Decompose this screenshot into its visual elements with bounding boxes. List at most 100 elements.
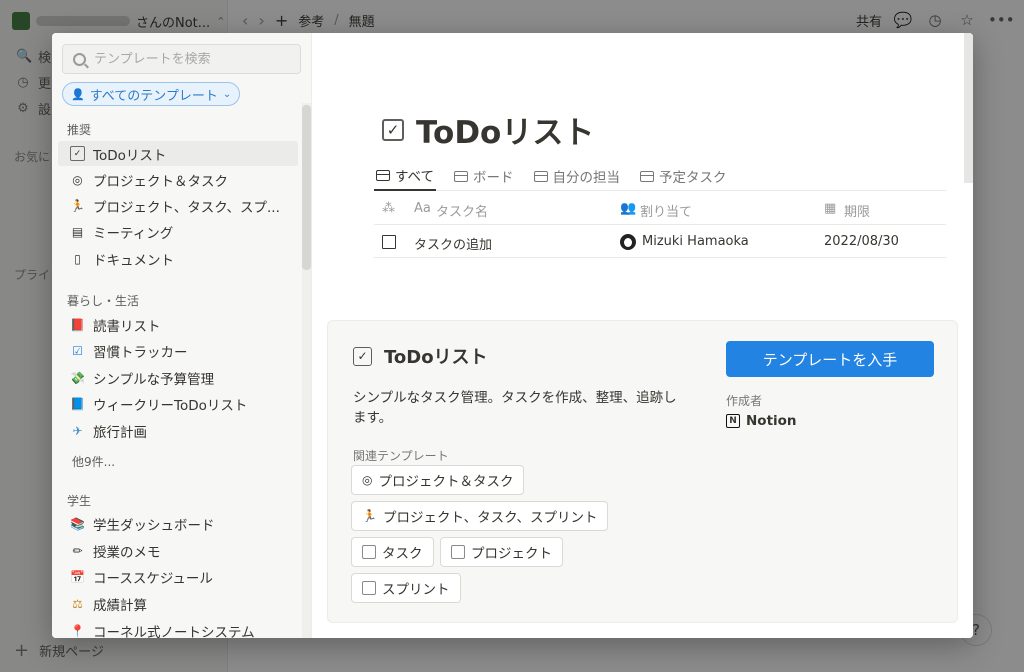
tab-my-assignments[interactable]: 自分の担当	[532, 161, 623, 191]
related-chip-project-task-sprint[interactable]: 🏃 プロジェクト、タスク、スプリント	[351, 501, 609, 531]
avatar	[620, 234, 636, 250]
money-icon: 💸	[70, 370, 85, 385]
template-item-label: 旅行計画	[93, 424, 147, 441]
template-item-label: 読書リスト	[93, 318, 161, 335]
chip-label: プロジェクト	[471, 546, 552, 562]
checkbox-icon	[362, 545, 376, 559]
related-templates-label: 関連テンプレート	[353, 449, 449, 463]
target-icon: ◎	[362, 473, 373, 487]
tab-label: 予定タスク	[659, 170, 727, 186]
template-item-student-dashboard[interactable]: 📚 学生ダッシュボード	[58, 511, 298, 536]
template-item-label: プロジェクト、タスク、スプ...	[93, 199, 280, 216]
related-chip-project-task[interactable]: ◎ プロジェクト＆タスク	[351, 465, 525, 495]
view-tabs: すべて ボード 自分の担当 予定タスク	[374, 161, 946, 191]
chevron-down-icon: ⌄	[222, 88, 232, 100]
due-date: 2022/08/30	[824, 234, 899, 249]
template-item-label: 成績計算	[93, 597, 147, 614]
column-due: 期限	[844, 205, 871, 220]
info-title-text: ToDoリスト	[384, 347, 488, 368]
template-item-label: 習慣トラッカー	[93, 344, 188, 361]
table-icon	[376, 169, 390, 181]
template-item-project-task-sprint[interactable]: 🏃 プロジェクト、タスク、スプ...	[58, 193, 298, 218]
chip-label: スプリント	[382, 582, 450, 598]
template-item-label: ドキュメント	[93, 252, 174, 269]
notion-logo-icon: N	[726, 414, 740, 428]
blue-book-icon: 📘	[70, 396, 85, 411]
tab-scheduled[interactable]: 予定タスク	[638, 161, 729, 191]
template-item-label: ToDoリスト	[93, 147, 167, 164]
related-chip-sprint[interactable]: スプリント	[351, 573, 461, 603]
tab-label: すべて	[395, 169, 435, 185]
tab-board[interactable]: ボード	[452, 161, 516, 191]
scales-icon: ⚖	[72, 596, 83, 611]
filter-label: すべてのテンプレート	[89, 88, 218, 104]
template-filter-dropdown[interactable]: 👤 すべてのテンプレート ⌄	[62, 82, 241, 106]
notes-icon: ▤	[71, 224, 84, 239]
blue-check-icon: ☑	[72, 343, 83, 358]
template-description: シンプルなタスク管理。タスクを作成、整理、追跡します。	[353, 390, 677, 426]
tab-label: ボード	[473, 170, 514, 186]
checkbox-icon	[362, 581, 376, 595]
preview-fade	[312, 273, 973, 315]
template-list-panel: 👤 すべてのテンプレート ⌄ 推奨 ✓ ToDoリスト ◎ プロジェクト＆タスク…	[52, 33, 312, 638]
chip-label: プロジェクト＆タスク	[378, 474, 514, 490]
runner-icon: 🏃	[70, 198, 85, 213]
runner-icon: 🏃	[362, 509, 377, 523]
preview-title: ✓ ToDoリスト	[382, 107, 594, 152]
template-search[interactable]	[62, 44, 301, 74]
tab-label: 自分の担当	[552, 170, 621, 186]
template-item-travel[interactable]: ✈ 旅行計画	[58, 418, 298, 443]
template-item-habit-tracker[interactable]: ☑ 習慣トラッカー	[58, 338, 298, 363]
template-item-reading-list[interactable]: 📕 読書リスト	[58, 312, 298, 337]
related-chip-task[interactable]: タスク	[351, 537, 434, 567]
search-icon	[73, 52, 86, 66]
preview-scrollbar[interactable]	[964, 33, 973, 183]
task-name: タスクの追加	[414, 238, 493, 253]
template-item-meeting[interactable]: ▤ ミーティング	[58, 219, 298, 244]
column-assignee: 割り当て	[640, 205, 693, 220]
template-item-label: コーススケジュール	[93, 570, 213, 587]
books-icon: 📚	[70, 516, 85, 531]
category-title: 学生	[67, 494, 92, 508]
template-search-input[interactable]	[94, 51, 284, 67]
assignee-name: Mizuki Hamaoka	[642, 234, 749, 249]
creator-label: 作成者	[726, 394, 763, 408]
document-icon: ▯	[74, 251, 81, 266]
creator-name: Notion	[746, 413, 797, 429]
template-item-todo[interactable]: ✓ ToDoリスト	[58, 141, 298, 166]
template-item-label: シンプルな予算管理	[93, 371, 215, 388]
template-item-label: ウィークリーToDoリスト	[93, 397, 248, 414]
column-task-name: タスク名	[436, 205, 489, 220]
template-item-weekly-todo[interactable]: 📘 ウィークリーToDoリスト	[58, 391, 298, 416]
red-book-icon: 📕	[70, 317, 85, 332]
preview-title-text: ToDoリスト	[416, 115, 595, 151]
airplane-icon: ✈	[72, 423, 83, 438]
template-item-budget[interactable]: 💸 シンプルな予算管理	[58, 365, 298, 390]
template-item-course-schedule[interactable]: 📅 コーススケジュール	[58, 564, 298, 589]
template-item-document[interactable]: ▯ ドキュメント	[58, 246, 298, 271]
category-title: 暮らし・生活	[67, 294, 140, 308]
task-checkbox[interactable]	[382, 235, 396, 249]
template-item-label: ミーティング	[93, 225, 174, 242]
template-item-project-task[interactable]: ◎ プロジェクト＆タスク	[58, 167, 298, 192]
related-chip-project[interactable]: プロジェクト	[440, 537, 563, 567]
calendar-icon: ▦	[824, 201, 837, 216]
template-item-cornell-notes[interactable]: 📍 コーネル式ノートシステム	[58, 618, 298, 639]
show-more-link[interactable]: 他9件...	[72, 453, 115, 470]
info-title: ✓ ToDoリスト	[353, 343, 488, 369]
template-item-grade-calculator[interactable]: ⚖ 成績計算	[58, 591, 298, 616]
template-detail-panel: ✓ ToDoリスト すべて ボード 自分の担当 予定タスク ⁂ Aa タスク名 …	[312, 33, 973, 638]
list-scrollbar-thumb[interactable]	[302, 105, 311, 270]
checkbox-icon: ✓	[70, 146, 85, 161]
creator[interactable]: N Notion	[726, 413, 797, 429]
spinner-icon: ⁂	[382, 201, 395, 216]
get-template-button[interactable]: テンプレートを入手	[726, 341, 934, 377]
chip-label: プロジェクト、タスク、スプリント	[382, 510, 598, 526]
chip-label: タスク	[382, 546, 423, 562]
template-preview: ✓ ToDoリスト すべて ボード 自分の担当 予定タスク ⁂ Aa タスク名 …	[312, 33, 973, 315]
template-info-card: ✓ ToDoリスト テンプレートを入手 シンプルなタスク管理。タスクを作成、整理…	[327, 320, 958, 623]
pencil-icon: ✏	[72, 543, 83, 558]
template-item-class-notes[interactable]: ✏ 授業のメモ	[58, 538, 298, 563]
tab-all[interactable]: すべて	[374, 161, 437, 191]
template-item-label: プロジェクト＆タスク	[93, 173, 228, 190]
